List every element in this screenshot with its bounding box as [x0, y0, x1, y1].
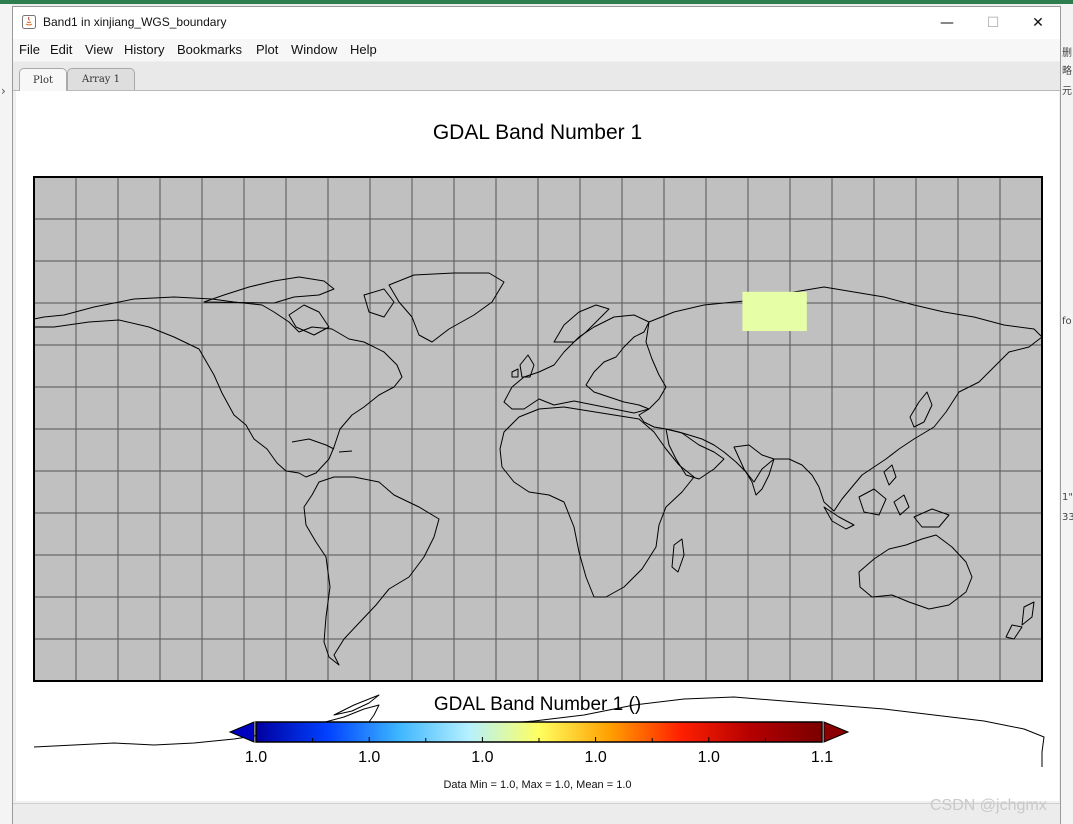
- background-text: 1": [1062, 492, 1073, 503]
- menu-view[interactable]: View: [85, 42, 113, 57]
- close-button[interactable]: ✕: [1018, 11, 1058, 35]
- plot-window: Band1 in xinjiang_WGS_boundary — ☐ ✕ Fil…: [12, 6, 1061, 824]
- maximize-button[interactable]: ☐: [973, 11, 1013, 35]
- watermark: CSDN @jchgmx: [930, 797, 1047, 814]
- background-app-right: 删 略 元 fo 1" 33: [1061, 4, 1073, 824]
- colorbar-tick-label: 1.0: [584, 749, 606, 766]
- colorbar-title: GDAL Band Number 1 (): [433, 694, 642, 715]
- menu-window[interactable]: Window: [291, 42, 337, 57]
- colorbar-tick-label: 1.0: [245, 749, 267, 766]
- data-stats: Data Min = 1.0, Max = 1.0, Mean = 1.0: [443, 779, 632, 791]
- desktop-top-strip: [0, 0, 1073, 4]
- window-title: Band1 in xinjiang_WGS_boundary: [43, 15, 227, 29]
- chevron-right-icon: ›: [1, 84, 6, 98]
- minimize-button[interactable]: —: [927, 11, 967, 35]
- background-app-left: ›: [0, 4, 12, 824]
- background-text: fo: [1062, 316, 1072, 327]
- tab-array-1[interactable]: Array 1: [67, 68, 135, 90]
- menu-file[interactable]: File: [19, 42, 40, 57]
- tab-plot[interactable]: Plot: [19, 68, 67, 91]
- menu-edit[interactable]: Edit: [50, 42, 72, 57]
- xinjiang-data-patch: [742, 291, 807, 331]
- menu-plot[interactable]: Plot: [256, 42, 278, 57]
- background-text: 删: [1062, 48, 1072, 59]
- plot-panel: GDAL Band Number 1 1.0 1.0 1.0 1.0 1.0 1…: [16, 91, 1059, 801]
- background-text: 33: [1062, 512, 1073, 523]
- menu-help[interactable]: Help: [350, 42, 377, 57]
- background-text: 略: [1062, 66, 1072, 77]
- menu-history[interactable]: History: [124, 42, 164, 57]
- java-app-icon: [22, 15, 36, 29]
- tab-strip: Plot Array 1: [13, 62, 1060, 91]
- colorbar-tick-label: 1.0: [358, 749, 380, 766]
- status-bar: [13, 803, 1060, 824]
- colorbar-tick-label: 1.0: [471, 749, 493, 766]
- colorbar-over-arrow: [823, 721, 850, 743]
- colorbar-tick-label: 1.0: [698, 749, 720, 766]
- menu-bookmarks[interactable]: Bookmarks: [177, 42, 242, 57]
- title-bar: Band1 in xinjiang_WGS_boundary — ☐ ✕: [13, 7, 1060, 40]
- background-text: 元: [1062, 86, 1072, 97]
- menu-bar: File Edit View History Bookmarks Plot Wi…: [13, 39, 1060, 61]
- colorbar-tick-label: 1.1: [811, 749, 833, 766]
